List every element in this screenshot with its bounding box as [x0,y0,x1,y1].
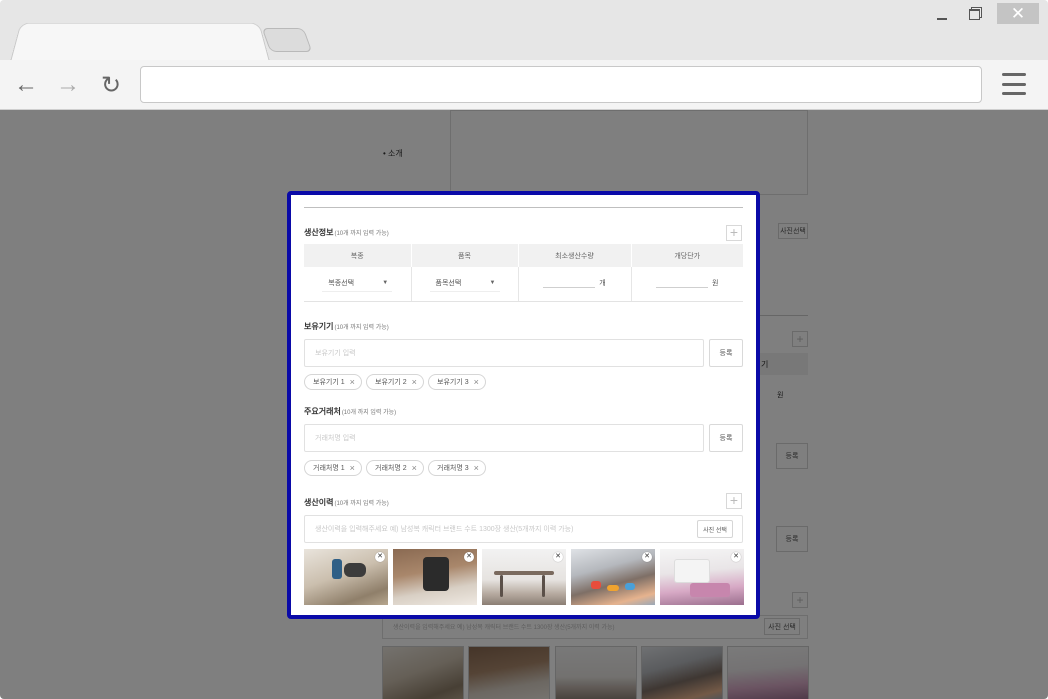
remove-chip-icon[interactable]: × [474,463,479,473]
reload-icon[interactable]: ↻ [96,70,126,100]
browser-window: ✕ ← → ↻ • 소개 사진선택 + 기 원 등록 등록 + 생산이력을 입력… [0,0,1048,699]
page-viewport: • 소개 사진선택 + 기 원 등록 등록 + 생산이력을 입력해주세요 예) … [0,110,1048,699]
client-chip: 거래처명 2 × [366,460,424,476]
photo-select-button[interactable]: 사진 선택 [697,520,733,538]
history-photo-thumb: ✕ [571,549,655,605]
browser-tab[interactable] [10,22,270,62]
title-bar: ✕ [0,0,1048,62]
column-header: 복종 [304,244,412,267]
remove-photo-icon[interactable]: ✕ [731,552,741,562]
caret-down-icon: ▼ [489,280,496,287]
column-header: 품목 [411,244,519,267]
clients-section-title: 주요거래처(10개 까지 입력 가능) [304,407,397,416]
remove-photo-icon[interactable]: ✕ [553,552,563,562]
remove-chip-icon[interactable]: × [412,377,417,387]
close-window-button[interactable]: ✕ [997,3,1039,24]
remove-photo-icon[interactable]: ✕ [375,552,385,562]
remove-chip-icon[interactable]: × [350,463,355,473]
production-table: 복종 품목 최소생산수량 개당단가 복종선택 ▼ 품목선택 ▼ 개 원 [304,244,743,302]
price-unit: 원 [712,279,719,287]
quantity-unit: 개 [599,279,606,287]
history-photo-thumb: ✕ [660,549,744,605]
equipment-section-title: 보유기기(10개 까지 입력 가능) [304,322,389,331]
client-chip: 거래처명 3 × [428,460,486,476]
minimize-icon[interactable] [930,4,954,24]
remove-chip-icon[interactable]: × [412,463,417,473]
history-photo-thumb: ✕ [482,549,566,605]
browser-toolbar: ← → ↻ [0,60,1048,110]
production-section-title: 생산정보(10개 까지 입력 가능) [304,227,389,238]
min-quantity-input[interactable] [543,278,596,288]
production-hint: (10개 까지 입력 가능) [334,231,389,237]
client-register-button[interactable]: 등록 [709,424,743,452]
back-arrow-icon[interactable]: ← [11,70,41,100]
column-header: 최소생산수량 [518,244,632,267]
client-chip: 거래처명 1 × [304,460,362,476]
history-section-title: 생산이력(10개 까지 입력 가능) [304,498,389,507]
top-divider [304,207,743,208]
new-tab-button[interactable] [261,28,313,52]
equipment-register-button[interactable]: 등록 [709,339,743,367]
history-input[interactable]: 생산이력을 입력해주세요 예) 남성복 캐릭터 브랜드 수트 1300장 생산(… [304,515,743,543]
client-input[interactable]: 거래처명 입력 [304,424,704,452]
unit-price-input[interactable] [656,278,709,288]
item-select[interactable]: 품목선택 ▼ [429,276,500,292]
equipment-chip: 보유기기 3 × [428,374,486,390]
add-production-plus-icon[interactable]: + [726,225,742,241]
address-bar[interactable] [140,66,982,103]
remove-chip-icon[interactable]: × [474,377,479,387]
equipment-input[interactable]: 보유기기 입력 [304,339,704,367]
column-header: 개당단가 [631,244,743,267]
hamburger-menu-icon[interactable] [1002,73,1026,95]
production-title-text: 생산정보 [304,228,334,237]
category-select[interactable]: 복종선택 ▼ [322,276,393,292]
forward-arrow-icon[interactable]: → [53,70,83,100]
remove-chip-icon[interactable]: × [350,377,355,387]
add-history-plus-icon[interactable]: + [726,493,742,509]
profile-edit-modal: 생산정보(10개 까지 입력 가능) + 복종 품목 최소생산수량 개당단가 복… [287,191,760,619]
table-row: 복종선택 ▼ 품목선택 ▼ 개 원 [304,267,743,302]
remove-photo-icon[interactable]: ✕ [464,552,474,562]
remove-photo-icon[interactable]: ✕ [642,552,652,562]
history-photo-thumb: ✕ [304,549,388,605]
restore-icon[interactable] [962,4,986,24]
history-photo-thumb: ✕ [393,549,477,605]
caret-down-icon: ▼ [382,280,389,287]
equipment-chip: 보유기기 2 × [366,374,424,390]
equipment-chip: 보유기기 1 × [304,374,362,390]
